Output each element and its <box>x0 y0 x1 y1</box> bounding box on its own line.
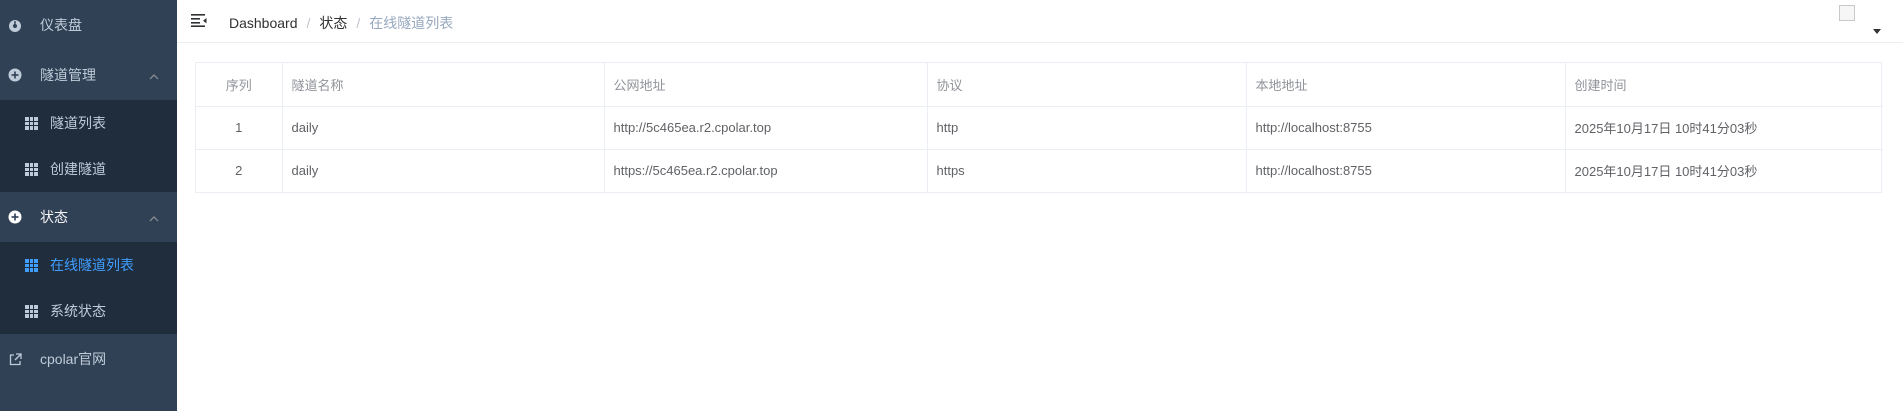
column-header: 本地地址 <box>1246 63 1566 107</box>
sidebar-item-label: 隧道管理 <box>40 67 96 83</box>
table-cell: 2025年10月17日 10时41分03秒 <box>1574 164 1758 180</box>
table-cell: 1 <box>196 106 283 150</box>
table-cell: 2 <box>196 149 283 192</box>
sidebar-item-system-status[interactable]: 系统状态 <box>0 288 177 334</box>
sidebar-item-label: 仪表盘 <box>40 17 82 33</box>
column-header: 创建时间 <box>1565 63 1883 107</box>
dashboard-icon <box>8 18 22 32</box>
hamburger-icon[interactable] <box>191 13 207 27</box>
table-header-row: 序列 隧道名称 公网地址 协议 本地地址 创建时间 <box>196 63 1883 107</box>
table-cell: 2025年10月17日 10时41分03秒 <box>1565 106 1883 150</box>
table-cell: daily <box>282 106 605 150</box>
sidebar-item-label: 隧道列表 <box>50 115 106 131</box>
breadcrumb-dashboard[interactable]: Dashboard <box>229 15 298 31</box>
submenu-status: 在线隧道列表 系统状态 <box>0 242 177 334</box>
breadcrumb-current: 在线隧道列表 <box>369 15 454 31</box>
caret-down-icon[interactable] <box>1873 29 1881 34</box>
table-cell: http <box>927 106 1247 150</box>
chevron-up-icon <box>149 67 159 83</box>
chevron-up-icon <box>149 209 159 225</box>
table-row: 1 daily http://5c465ea.r2.cpolar.top htt… <box>196 106 1883 150</box>
column-header: 序列 <box>196 63 283 107</box>
sidebar-item-label: cpolar官网 <box>40 351 107 367</box>
grid-icon <box>25 162 38 176</box>
sidebar-item-cpolar-website[interactable]: cpolar官网 <box>0 334 177 384</box>
table-cell: https://5c465ea.r2.cpolar.top <box>604 149 928 192</box>
column-header: 协议 <box>927 63 1247 107</box>
table-cell: http://localhost:8755 <box>1246 149 1566 192</box>
table-row: 2 daily https://5c465ea.r2.cpolar.top ht… <box>196 149 1883 192</box>
submenu-tunnel-management: 隧道列表 创建隧道 <box>0 100 177 192</box>
grid-icon <box>25 258 38 272</box>
sidebar: 仪表盘 隧道管理 隧道列表 创建隧道 状态 在线隧道列表 系统状态 cpolar… <box>0 0 177 411</box>
grid-icon <box>25 304 38 318</box>
navbar: Dashboard / 状态 / 在线隧道列表 <box>177 0 1903 43</box>
sidebar-item-label: 状态 <box>40 209 68 225</box>
grid-icon <box>25 116 38 130</box>
column-header: 隧道名称 <box>282 63 605 107</box>
table-cell: http://5c465ea.r2.cpolar.top <box>604 106 928 150</box>
sidebar-item-label: 在线隧道列表 <box>50 257 134 273</box>
sidebar-item-status[interactable]: 状态 <box>0 192 177 242</box>
plus-circle-icon <box>8 68 22 82</box>
external-link-icon <box>8 352 22 366</box>
breadcrumb: Dashboard / 状态 / 在线隧道列表 <box>229 13 453 33</box>
table-cell: daily <box>282 149 605 192</box>
tunnel-table: 序列 隧道名称 公网地址 协议 本地地址 创建时间 1 daily http:/… <box>195 62 1883 193</box>
avatar[interactable] <box>1839 5 1855 21</box>
breadcrumb-separator: / <box>306 15 311 31</box>
table-cell: https <box>927 149 1247 192</box>
sidebar-item-dashboard[interactable]: 仪表盘 <box>0 0 177 50</box>
plus-circle-icon <box>8 210 22 224</box>
table-cell: http://localhost:8755 <box>1246 106 1566 150</box>
sidebar-item-online-tunnels[interactable]: 在线隧道列表 <box>0 242 177 288</box>
sidebar-item-create-tunnel[interactable]: 创建隧道 <box>0 146 177 192</box>
sidebar-item-tunnel-management[interactable]: 隧道管理 <box>0 50 177 100</box>
column-header: 公网地址 <box>604 63 928 107</box>
breadcrumb-separator: / <box>356 15 361 31</box>
sidebar-item-label: 系统状态 <box>50 303 106 319</box>
breadcrumb-status[interactable]: 状态 <box>319 13 347 33</box>
sidebar-item-tunnel-list[interactable]: 隧道列表 <box>0 100 177 146</box>
sidebar-item-label: 创建隧道 <box>50 161 106 177</box>
